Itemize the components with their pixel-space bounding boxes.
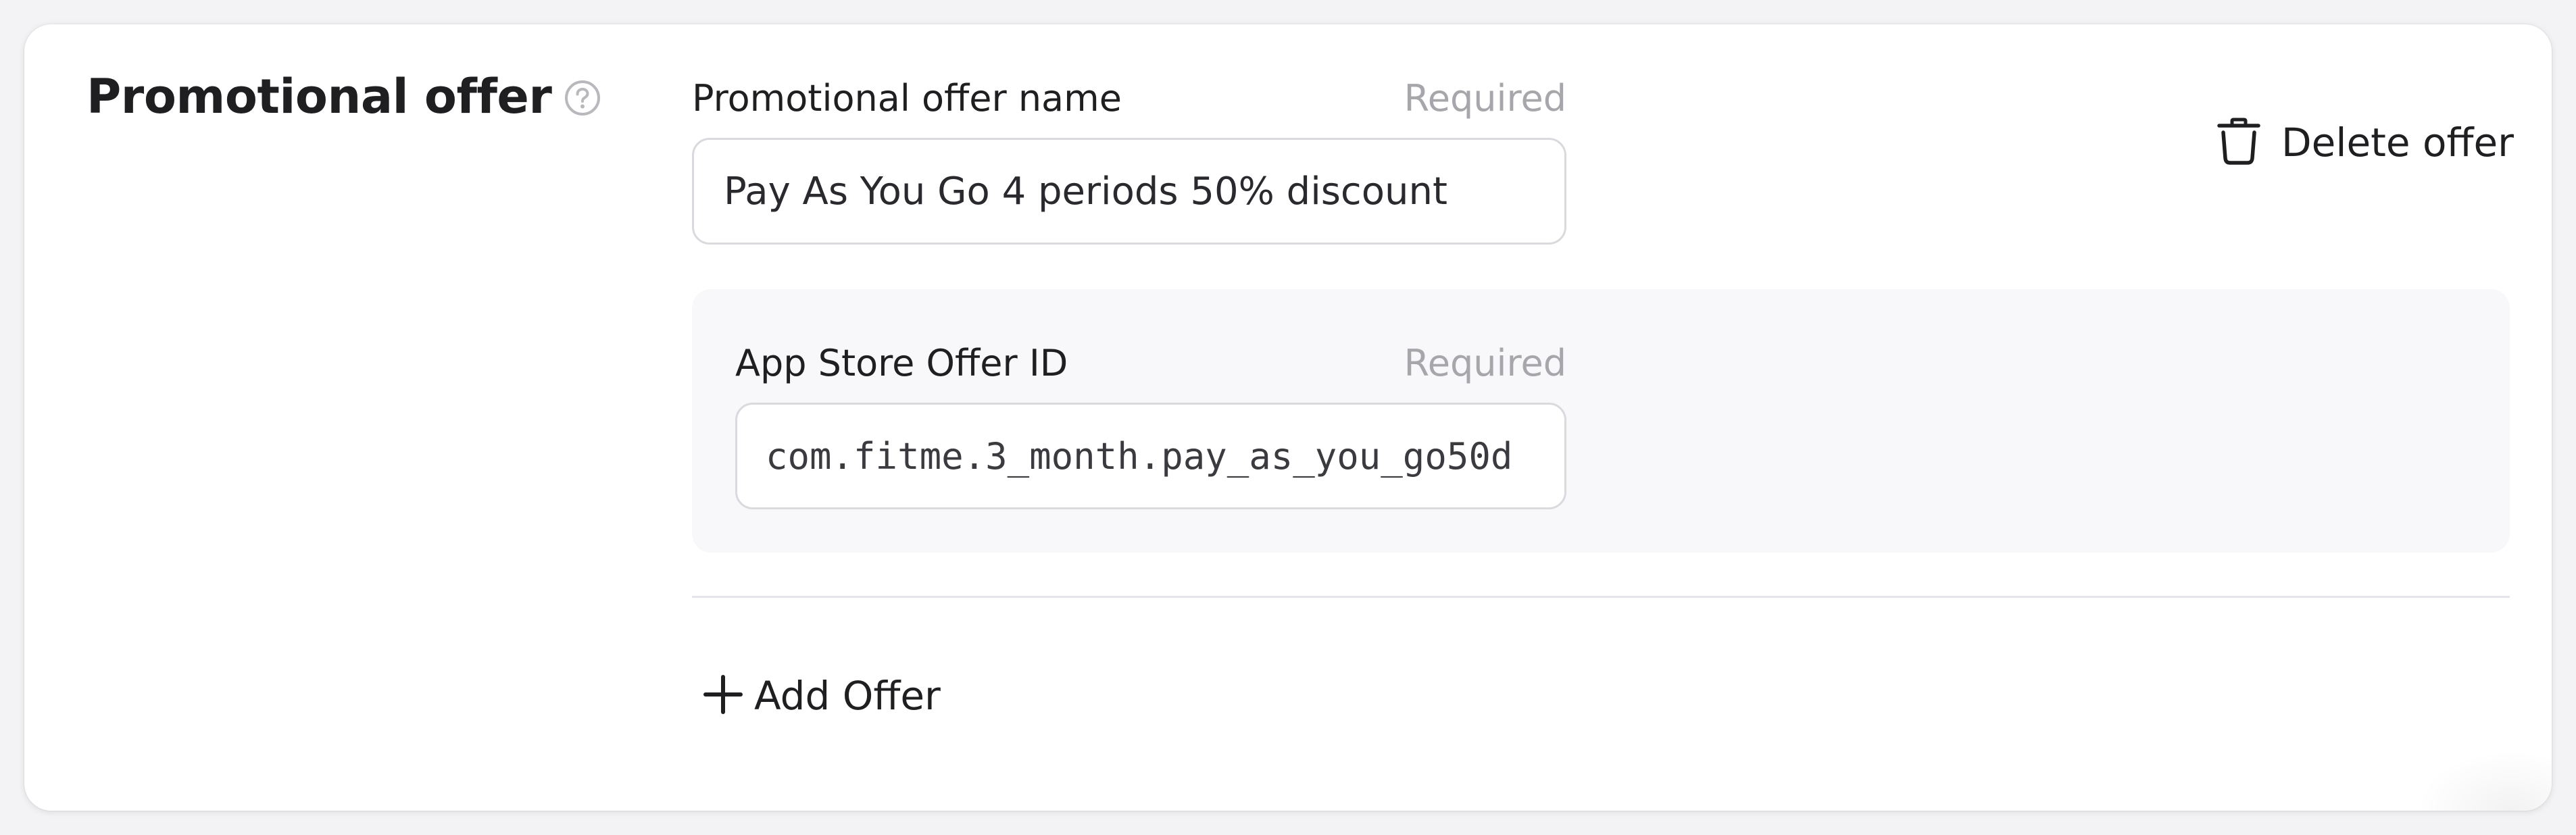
corner-shadow bbox=[2417, 750, 2552, 811]
app-store-offer-id-value: com.fitme.3_month.pay_as_you_go50d bbox=[766, 434, 1513, 478]
app-store-offer-id-input[interactable]: com.fitme.3_month.pay_as_you_go50d bbox=[735, 403, 1566, 509]
offer-name-label: Promotional offer name bbox=[692, 77, 1122, 120]
app-store-offer-id-required: Required bbox=[1404, 342, 1566, 384]
section-header: Promotional offer bbox=[86, 69, 601, 124]
plus-icon bbox=[703, 674, 743, 717]
section-title: Promotional offer bbox=[86, 69, 552, 124]
offer-name-required: Required bbox=[1404, 77, 1566, 120]
offer-name-input[interactable]: Pay As You Go 4 periods 50% discount bbox=[692, 138, 1566, 245]
delete-offer-label: Delete offer bbox=[2281, 120, 2514, 166]
trash-icon bbox=[2216, 118, 2261, 168]
add-offer-label: Add Offer bbox=[754, 673, 941, 719]
promotional-offer-card: Promotional offer Promotional offer name… bbox=[24, 24, 2552, 811]
app-store-offer-id-label: App Store Offer ID bbox=[735, 342, 1068, 384]
delete-offer-button[interactable]: Delete offer bbox=[2216, 118, 2514, 168]
divider bbox=[692, 596, 2510, 598]
question-circle-icon[interactable] bbox=[564, 79, 601, 117]
add-offer-button[interactable]: Add Offer bbox=[703, 673, 941, 719]
offer-name-value: Pay As You Go 4 periods 50% discount bbox=[724, 169, 1447, 213]
